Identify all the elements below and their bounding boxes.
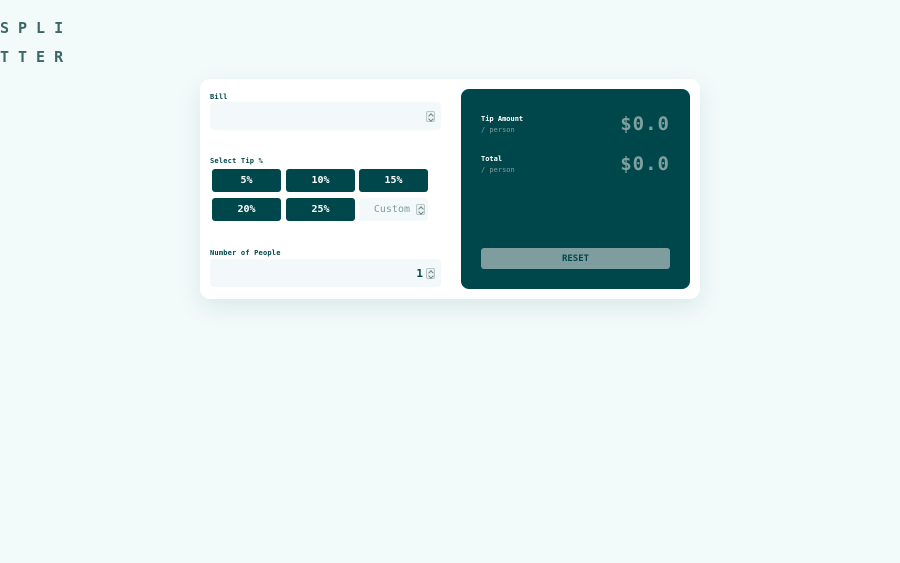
- people-input[interactable]: 1: [210, 259, 441, 287]
- select-tip-label: Select Tip %: [210, 157, 263, 165]
- tip-10-button[interactable]: 10%: [286, 169, 355, 192]
- splitter-logo: SPLI TTER: [0, 14, 72, 72]
- custom-tip-input[interactable]: Custom: [359, 198, 428, 221]
- total-value: $0.0: [620, 153, 670, 175]
- custom-tip-stepper-icon[interactable]: [416, 204, 425, 215]
- total-title: Total: [481, 155, 503, 163]
- people-stepper-icon[interactable]: [426, 267, 435, 279]
- tip-15-button[interactable]: 15%: [359, 169, 428, 192]
- tip-25-button[interactable]: 25%: [286, 198, 355, 221]
- bill-input[interactable]: [210, 102, 441, 130]
- custom-tip-placeholder: Custom: [373, 204, 410, 215]
- reset-button[interactable]: RESET: [481, 248, 670, 269]
- calculator-card: Bill Select Tip % 5% 10% 15% 20% 25% Cus…: [200, 79, 700, 299]
- result-panel: Tip Amount / person $0.0 Total / person …: [461, 89, 690, 289]
- people-value: 1: [416, 266, 423, 280]
- tip-5-button[interactable]: 5%: [212, 169, 281, 192]
- tip-amount-value: $0.0: [620, 113, 670, 135]
- total-subtitle: / person: [481, 166, 515, 174]
- tip-amount-subtitle: / person: [481, 126, 515, 134]
- bill-stepper-icon[interactable]: [426, 110, 435, 122]
- people-label: Number of People: [210, 249, 281, 257]
- bill-label: Bill: [210, 93, 228, 101]
- logo-line-1: SPLI: [0, 19, 73, 37]
- tip-amount-title: Tip Amount: [481, 115, 524, 123]
- logo-line-2: TTER: [0, 48, 73, 66]
- tip-20-button[interactable]: 20%: [212, 198, 281, 221]
